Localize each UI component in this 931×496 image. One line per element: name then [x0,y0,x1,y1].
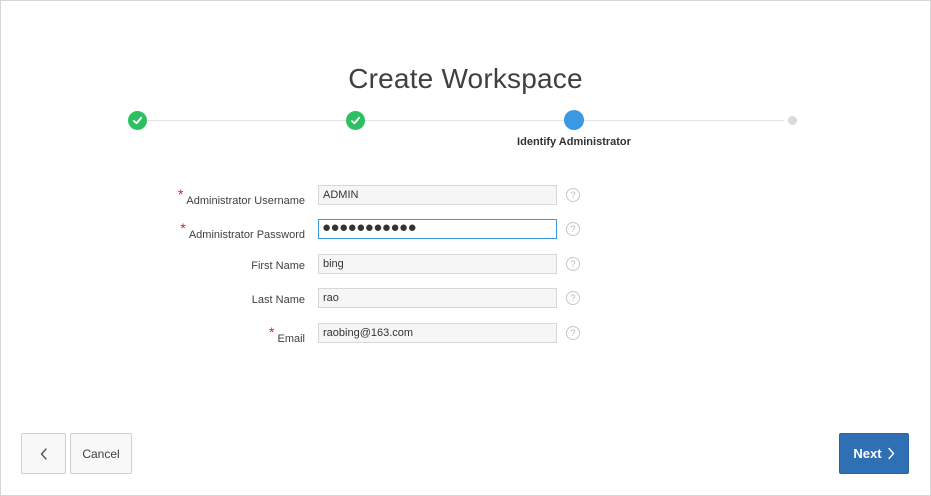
last-name-row: Last Name ? [0,288,931,314]
help-icon[interactable]: ? [566,188,580,202]
username-label: * Administrator Username [177,186,305,207]
first-name-row: First Name ? [0,254,931,280]
admin-password-input[interactable]: ●●●●●●●●●●● [318,219,557,239]
check-icon [132,116,143,125]
help-icon[interactable]: ? [566,291,580,305]
first-name-input[interactable] [318,254,557,274]
next-button[interactable]: Next [839,433,909,474]
help-icon[interactable]: ? [566,326,580,340]
cancel-button[interactable]: Cancel [70,433,132,474]
password-label: * Administrator Password [180,220,305,241]
email-input[interactable] [318,323,557,343]
check-icon [350,116,361,125]
email-row: *Email ? [0,323,931,349]
required-marker: * [177,186,184,202]
first-name-label: First Name [251,260,305,272]
password-row: * Administrator Password ●●●●●●●●●●● ? [0,219,931,245]
help-icon[interactable]: ? [566,257,580,271]
chevron-left-icon [40,447,47,460]
help-icon[interactable]: ? [566,222,580,236]
wizard-step-4 [788,116,797,125]
admin-username-input[interactable] [318,185,557,205]
wizard-progress: Identify Administrator [0,0,931,160]
next-label: Next [853,446,882,461]
required-marker: * [180,220,186,236]
wizard-step-1 [128,111,147,130]
email-label: * Email [269,324,305,345]
wizard-step-3-current [564,110,584,130]
chevron-right-icon [887,447,894,460]
wizard-current-step-label: Identify Administrator [517,136,631,148]
wizard-step-2 [346,111,365,130]
last-name-input[interactable] [318,288,557,308]
last-name-label: Last Name [251,294,305,306]
required-marker: * [269,324,275,340]
back-button[interactable] [21,433,66,474]
wizard-track [148,120,784,121]
username-row: *Administrator Username ? [0,185,931,211]
